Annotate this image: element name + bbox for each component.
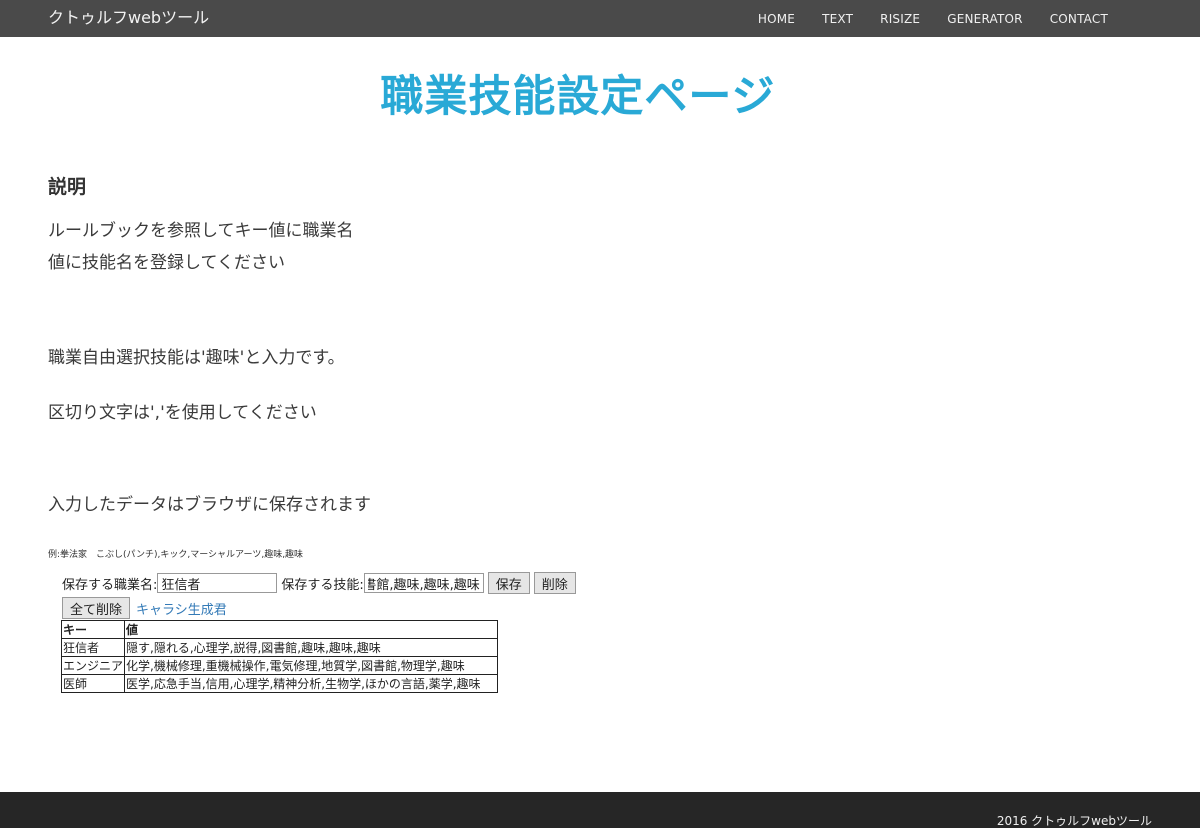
row-value: 化学,機械修理,重機械操作,電気修理,地質学,図書館,物理学,趣味 — [124, 656, 499, 675]
row-value: 医学,応急手当,信用,心理学,精神分析,生物学,ほかの言語,薬学,趣味 — [124, 674, 499, 693]
footer-copyright: 2016 クトゥルフwebツール — [996, 814, 1152, 828]
description-line: 職業自由選択技能は'趣味'と入力です。 — [48, 348, 345, 368]
skill-form: 保存する職業名: 保存する技能: 保存 削除 — [62, 572, 580, 594]
brand-logo-text[interactable]: クトゥルフwebツール — [48, 4, 209, 28]
delete-all-button[interactable]: 全て削除 — [62, 597, 131, 619]
nav-item-risize[interactable]: RISIZE — [880, 12, 920, 26]
skill-label: 保存する技能: — [281, 577, 364, 593]
nav-item-contact[interactable]: CONTACT — [1050, 12, 1108, 26]
description-line: 入力したデータはブラウザに保存されます — [48, 495, 371, 515]
column-header-value: 値 — [124, 620, 499, 639]
row-key: エンジニア — [60, 656, 126, 675]
description-line: 区切り文字は','を使用してください — [48, 403, 317, 423]
delete-button[interactable]: 削除 — [533, 572, 576, 594]
row-key: 狂信者 — [60, 638, 126, 657]
skill-input[interactable] — [363, 573, 484, 593]
page-title: 職業技能設定ページ — [380, 72, 776, 122]
job-name-label: 保存する職業名: — [62, 577, 158, 593]
job-name-input[interactable] — [157, 573, 278, 593]
nav-menu: HOME TEXT RISIZE GENERATOR CONTACT — [731, 0, 1108, 37]
form-actions-row: 全て削除 キャラシ生成君 — [62, 597, 227, 619]
generator-link[interactable]: キャラシ生成君 — [136, 599, 227, 618]
example-text: 例:拳法家 こぶし(パンチ),キック,マーシャルアーツ,趣味,趣味 — [48, 550, 304, 560]
top-navbar: クトゥルフwebツール HOME TEXT RISIZE GENERATOR C… — [0, 0, 1200, 37]
table-row: 医師 医学,応急手当,信用,心理学,精神分析,生物学,ほかの言語,薬学,趣味 — [60, 674, 499, 693]
table-row: 狂信者 隠す,隠れる,心理学,説得,図書館,趣味,趣味,趣味 — [60, 638, 499, 657]
row-value: 隠す,隠れる,心理学,説得,図書館,趣味,趣味,趣味 — [124, 638, 499, 657]
saved-skills-table: キー 値 狂信者 隠す,隠れる,心理学,説得,図書館,趣味,趣味,趣味 エンジニ… — [60, 620, 499, 693]
nav-item-home[interactable]: HOME — [758, 12, 795, 26]
nav-item-generator[interactable]: GENERATOR — [947, 12, 1022, 26]
page-footer: 2016 クトゥルフwebツール — [0, 792, 1200, 828]
row-key: 医師 — [60, 674, 126, 693]
table-row: エンジニア 化学,機械修理,重機械操作,電気修理,地質学,図書館,物理学,趣味 — [60, 656, 499, 675]
section-heading: 説明 — [48, 176, 87, 198]
nav-item-text[interactable]: TEXT — [822, 12, 853, 26]
table-header-row: キー 値 — [60, 620, 499, 639]
description-line: ルールブックを参照してキー値に職業名 — [48, 221, 354, 241]
column-header-key: キー — [60, 620, 126, 639]
save-button[interactable]: 保存 — [487, 572, 530, 594]
description-line: 値に技能名を登録してください — [48, 253, 285, 273]
